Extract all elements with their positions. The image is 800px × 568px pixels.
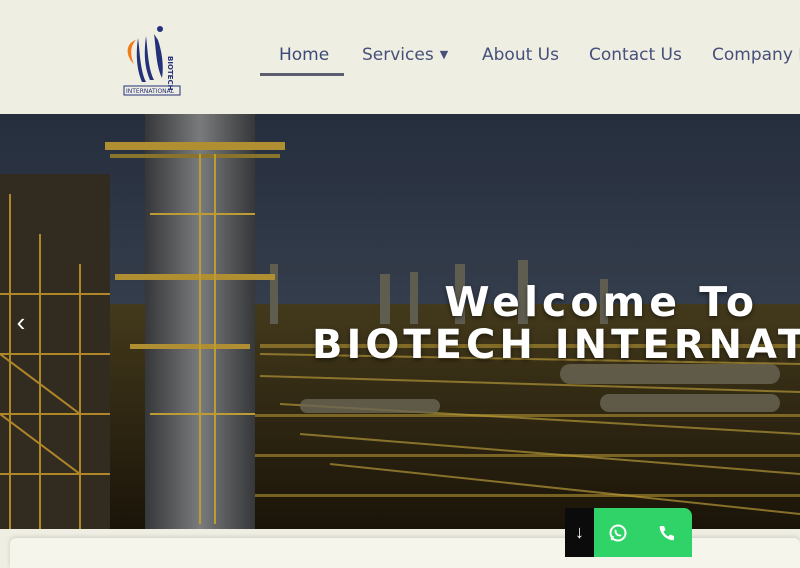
nav-company-label: Company P: [712, 45, 800, 65]
brand-logo[interactable]: BIOTECH INTERNATIONAL: [118, 22, 186, 100]
site-header: BIOTECH INTERNATIONAL Home Services ▼ Abo…: [0, 0, 800, 114]
nav-services[interactable]: Services ▼: [362, 40, 448, 74]
hero-title: Welcome To: [444, 278, 758, 326]
caret-down-icon: ▼: [439, 48, 449, 61]
whatsapp-icon: [609, 524, 627, 541]
scroll-down-button[interactable]: ↓: [565, 508, 594, 557]
nav-about-label: About Us: [482, 45, 559, 65]
call-button[interactable]: [642, 508, 692, 557]
whatsapp-button[interactable]: [594, 508, 642, 557]
nav-contact-us[interactable]: Contact Us: [589, 40, 682, 74]
nav-home-label: Home: [279, 45, 330, 65]
nav-home[interactable]: Home: [279, 40, 329, 74]
hero-subtitle: BIOTECH INTERNATIONAL: [312, 322, 800, 368]
chevron-left-icon: ‹: [16, 307, 26, 337]
nav-company-profile[interactable]: Company P: [712, 40, 800, 74]
nav-services-label: Services: [362, 45, 434, 65]
nav-active-underline: [260, 73, 344, 76]
floating-contact-bar: ↓: [565, 508, 692, 557]
logo-text-top: BIOTECH: [166, 56, 174, 91]
slider-prev-button[interactable]: ‹: [10, 308, 32, 336]
nav-contact-label: Contact Us: [589, 45, 682, 65]
phone-icon: [659, 525, 674, 540]
arrow-down-icon: ↓: [575, 522, 584, 542]
logo-text-bottom: INTERNATIONAL: [126, 88, 175, 95]
hero-slider: ‹ Welcome To BIOTECH INTERNATIONAL: [0, 114, 800, 529]
nav-about-us[interactable]: About Us: [482, 40, 559, 74]
